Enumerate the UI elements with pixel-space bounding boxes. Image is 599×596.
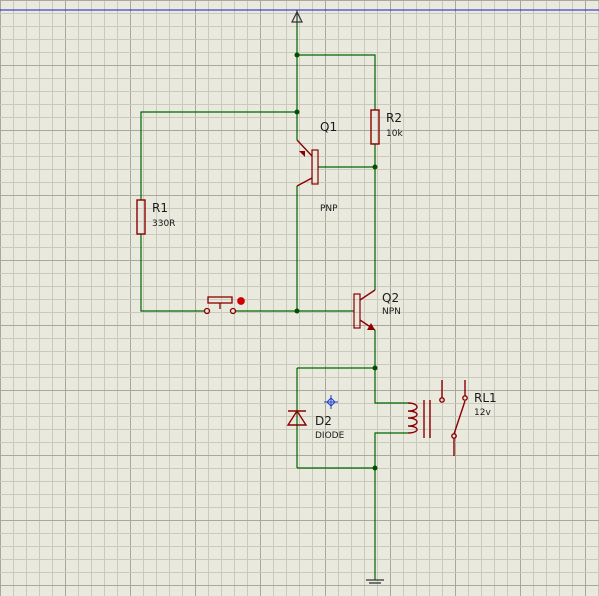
crosshair-cursor-icon (324, 395, 338, 409)
q2-ref: Q2 (382, 291, 399, 305)
junction-dot (294, 52, 300, 58)
junction-dot (294, 308, 300, 314)
grid (0, 0, 599, 596)
r2-ref: R2 (386, 111, 402, 125)
rl1-value: 12v (474, 408, 491, 418)
switch-indicator-icon (237, 297, 245, 305)
wire-top-rail (297, 54, 376, 110)
d2-ref: D2 (315, 414, 332, 428)
relay-rl1[interactable]: RL1 12v (407, 380, 497, 456)
q1-value: PNP (320, 204, 338, 214)
r1-value: 330R (152, 219, 175, 229)
relay-coil (407, 402, 418, 434)
q2-emitter-arrow (367, 323, 375, 330)
junction-dot (372, 164, 378, 170)
resistor-r2[interactable]: R2 10k (370, 109, 403, 145)
schematic-svg: R1 330R R2 10k Q1 PNP Q2 NPN D2 DIODE RL… (0, 0, 599, 596)
junctions (294, 52, 378, 471)
q2-value: NPN (382, 307, 401, 317)
junction-dot (372, 465, 378, 471)
wires (140, 22, 408, 580)
schematic-canvas[interactable]: R1 330R R2 10k Q1 PNP Q2 NPN D2 DIODE RL… (0, 0, 599, 596)
rl1-ref: RL1 (474, 391, 497, 405)
q1-ref: Q1 (320, 120, 337, 134)
r2-value: 10k (386, 129, 403, 139)
r1-ref: R1 (152, 201, 168, 215)
junction-dot (372, 365, 378, 371)
power-arrow-icon[interactable] (291, 10, 303, 23)
ground-icon[interactable] (366, 579, 384, 584)
junction-dot (294, 109, 300, 115)
d2-value: DIODE (315, 431, 345, 441)
